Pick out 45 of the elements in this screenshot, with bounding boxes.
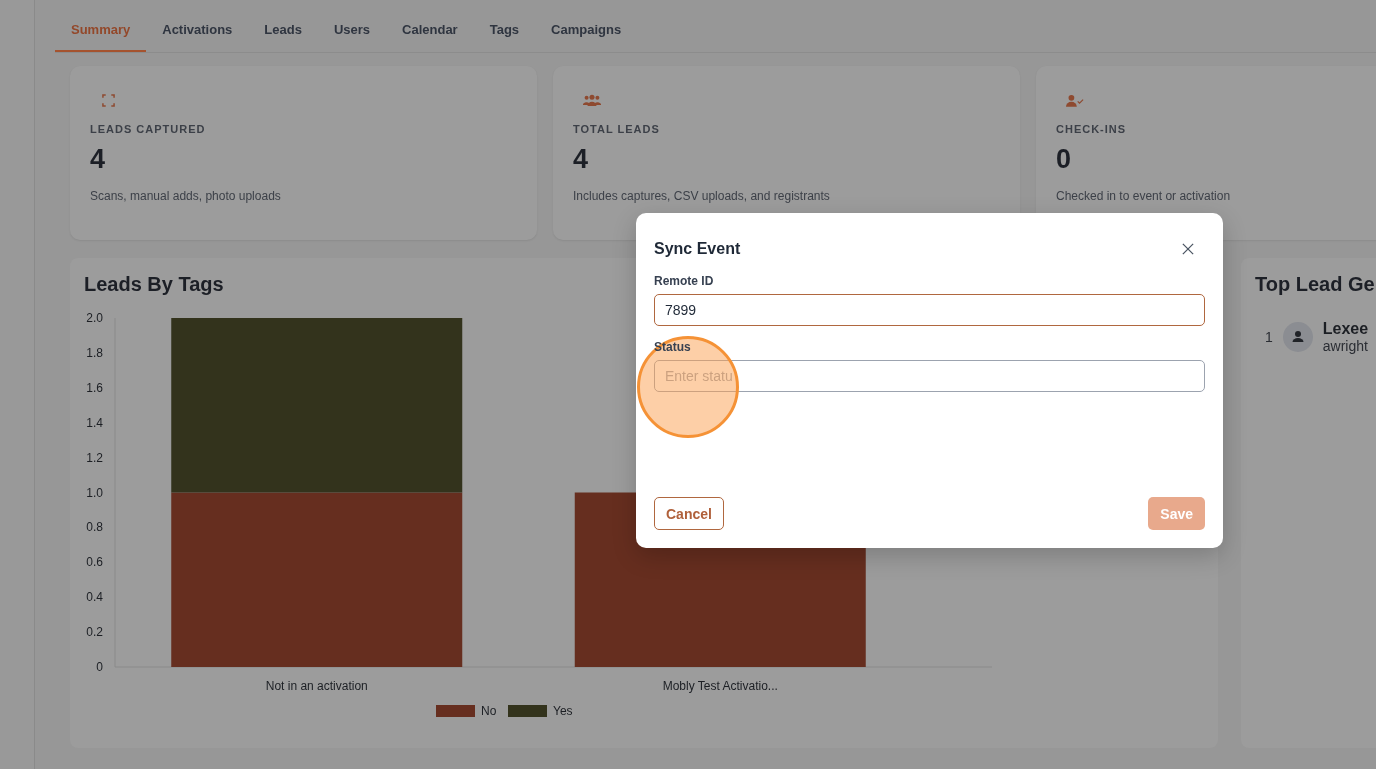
axis-tick-label: 0.4 — [86, 590, 103, 605]
axis-tick-label: 0 — [96, 660, 103, 674]
tab[interactable]: Leads — [248, 18, 318, 52]
lead-email: awright — [1322, 338, 1369, 354]
tab[interactable]: Users — [317, 18, 387, 52]
stat-note: Scans, manual adds, photo uploads — [90, 189, 281, 203]
user-check-icon — [1066, 94, 1084, 107]
axis-tick-label: 0.8 — [86, 520, 103, 535]
close-icon[interactable] — [1182, 243, 1194, 255]
axis-tick-label: 1.2 — [86, 450, 103, 465]
axis-tick-label: 0.6 — [86, 555, 103, 570]
avatar-icon — [1282, 322, 1313, 352]
tab[interactable]: Tags — [473, 18, 536, 52]
text-field[interactable]: 7899 — [654, 294, 1205, 326]
stat-value: 4 — [573, 144, 589, 175]
axis-tick-label: 2.0 — [86, 311, 103, 325]
axis-tick-label: 0.2 — [86, 625, 103, 640]
field-label: Remote ID — [654, 274, 714, 288]
axis-tick-label: 1.4 — [86, 415, 103, 430]
axis-tick-label: 1.6 — [86, 380, 103, 395]
leaderboard-title: Top Lead Ge — [1254, 272, 1376, 296]
tab[interactable]: Activations — [146, 18, 249, 52]
axis-tick-label: 1.0 — [86, 485, 103, 500]
chart-title: Leads By Tags — [83, 272, 225, 296]
stat-label: CHECK-INS — [1056, 123, 1127, 135]
legend-label: No — [481, 704, 497, 718]
rank-number: 1 — [1265, 329, 1273, 345]
legend-label: Yes — [553, 704, 573, 718]
stat-label: TOTAL LEADS — [573, 123, 660, 135]
stat-label: LEADS CAPTURED — [90, 123, 206, 135]
dialog-title: Sync Event — [654, 240, 741, 258]
stat-note: Checked in to event or activation — [1056, 189, 1231, 203]
scan-icon — [102, 94, 115, 107]
tab[interactable]: Summary — [55, 18, 147, 52]
category-label: Mobly Test Activatio... — [662, 679, 778, 693]
users-icon — [583, 94, 601, 107]
stat-value: 4 — [90, 144, 106, 175]
axis-tick-label: 1.8 — [86, 345, 103, 360]
cancel-button[interactable]: Cancel — [654, 497, 724, 530]
lead-name: Lexee — [1322, 320, 1369, 338]
category-label: Not in an activation — [265, 679, 368, 693]
tab[interactable]: Campaigns — [535, 18, 638, 52]
tab[interactable]: Calendar — [386, 18, 474, 52]
stat-note: Includes captures, CSV uploads, and registrants — [573, 189, 830, 203]
stat-value: 0 — [1056, 144, 1072, 175]
